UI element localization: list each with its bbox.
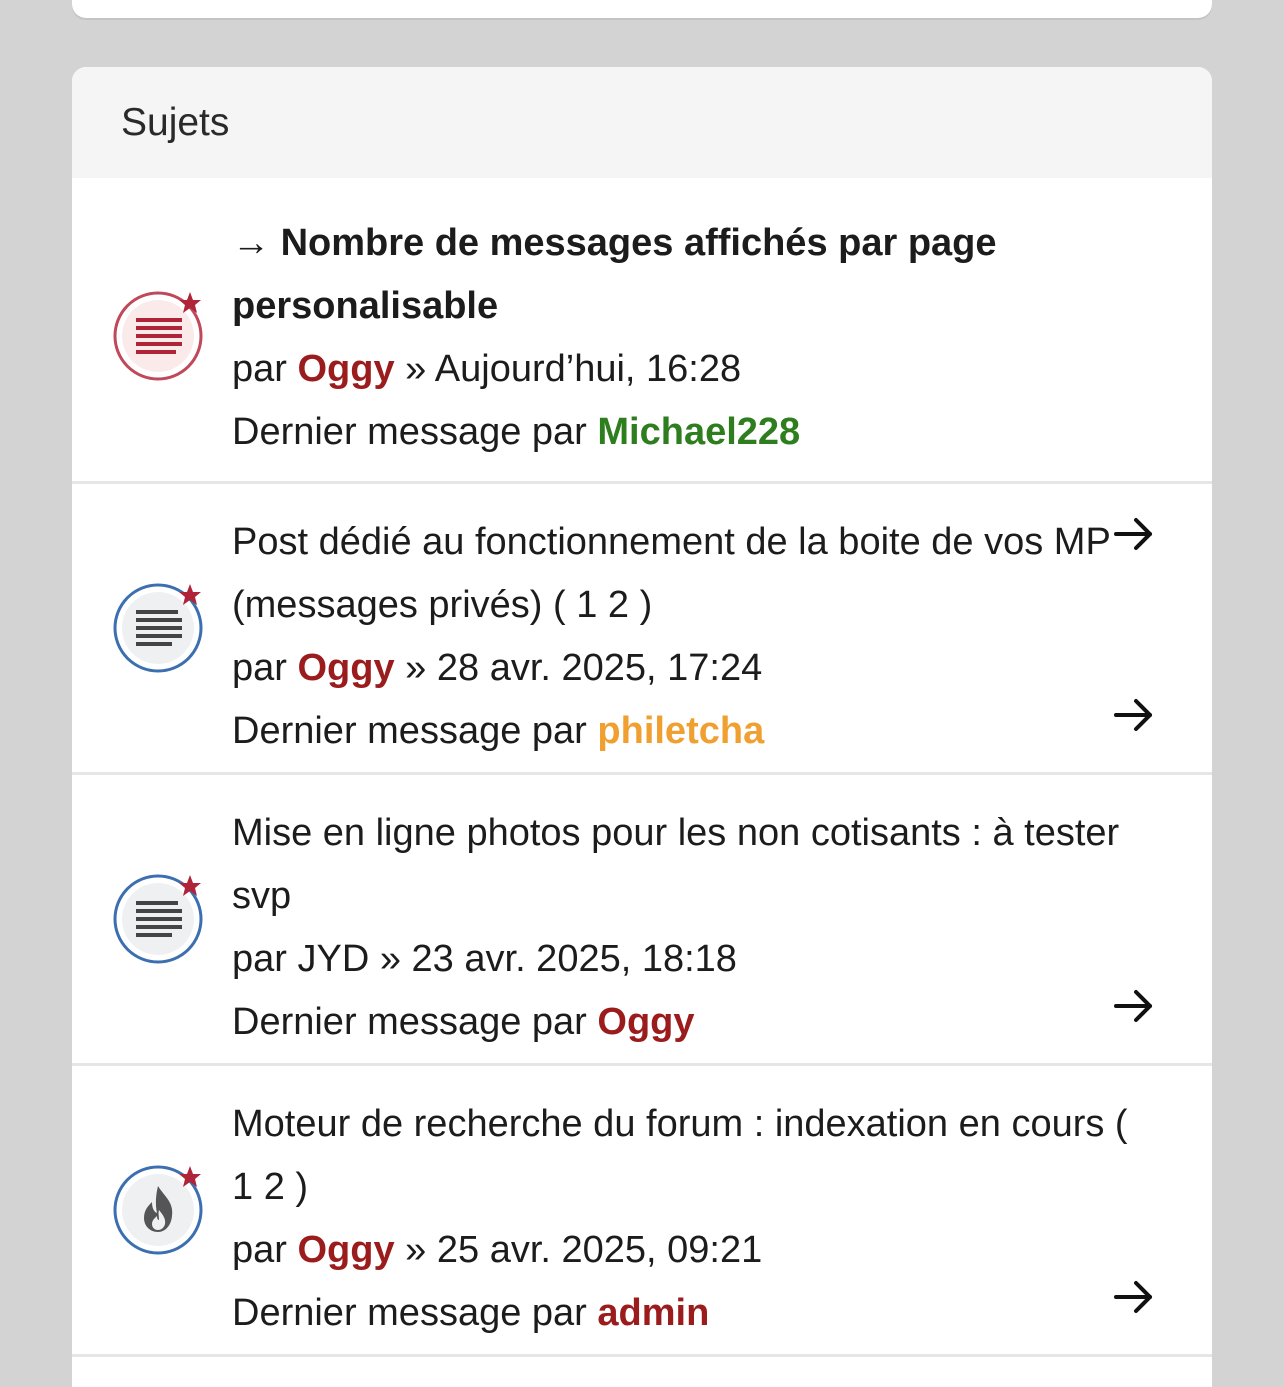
topic-body: Post dédié au fonctionnement de la boite… xyxy=(232,511,1152,763)
topics-panel: Sujets → Nombre de messages affichés par… xyxy=(72,67,1212,1387)
arrow-right-icon[interactable] xyxy=(1112,1277,1156,1317)
topic-meta: par Oggy » Aujourd’hui, 16:28 xyxy=(232,348,742,390)
topic-title-link[interactable]: → Nombre de messages affichés par page p… xyxy=(232,212,1152,338)
topic-blue-icon xyxy=(113,583,203,673)
last-post-meta: Dernier message par admin xyxy=(232,1292,710,1334)
topic-title-link[interactable]: Mise en ligne photos pour les non cotisa… xyxy=(232,802,1152,928)
topic-meta: par Oggy » 25 avr. 2025, 09:21 xyxy=(232,1229,763,1271)
last-author-link[interactable]: Oggy xyxy=(597,1001,694,1043)
topic-row[interactable]: Moteur de recherche du forum : indexatio… xyxy=(72,1066,1212,1357)
topic-body: → Nombre de messages affichés par page p… xyxy=(232,212,1152,464)
section-title: Sujets xyxy=(121,100,230,144)
arrow-right-icon[interactable] xyxy=(1112,695,1156,735)
topic-row[interactable]: → Nombre de messages affichés par page p… xyxy=(72,178,1212,550)
author-link[interactable]: Oggy xyxy=(297,647,394,689)
last-post-meta: Dernier message par Oggy xyxy=(232,1001,695,1043)
last-post-meta: Dernier message par Michael228 xyxy=(232,411,801,453)
topic-meta: par JYD » 23 avr. 2025, 18:18 xyxy=(232,938,737,980)
last-author-link[interactable]: philetcha xyxy=(597,710,764,752)
author-link[interactable]: Oggy xyxy=(297,348,394,390)
last-author-link[interactable]: Michael228 xyxy=(597,411,800,453)
arrow-right-icon[interactable] xyxy=(1112,986,1156,1026)
topic-title-link[interactable]: Post dédié au fonctionnement de la boite… xyxy=(232,511,1152,637)
topic-title-link[interactable]: Moteur de recherche du forum : indexatio… xyxy=(232,1093,1152,1219)
author-link[interactable]: Oggy xyxy=(297,1229,394,1271)
sticky-topic-red-icon xyxy=(113,291,203,381)
topic-meta: par Oggy » 28 avr. 2025, 17:24 xyxy=(232,647,763,689)
topic-blue-icon xyxy=(113,874,203,964)
previous-panel-bottom xyxy=(72,0,1212,18)
author-name: JYD xyxy=(297,938,370,980)
panel-header: Sujets xyxy=(72,67,1212,178)
topic-row[interactable]: Mise en ligne photos pour les non cotisa… xyxy=(72,775,1212,1066)
topic-row[interactable]: Post dédié au fonctionnement de la boite… xyxy=(72,484,1212,775)
hot-topic-icon xyxy=(113,1165,203,1255)
last-author-link[interactable]: admin xyxy=(597,1292,709,1334)
last-post-meta: Dernier message par philetcha xyxy=(232,710,765,752)
topic-body: Moteur de recherche du forum : indexatio… xyxy=(232,1093,1152,1345)
topic-body: Mise en ligne photos pour les non cotisa… xyxy=(232,802,1152,1054)
